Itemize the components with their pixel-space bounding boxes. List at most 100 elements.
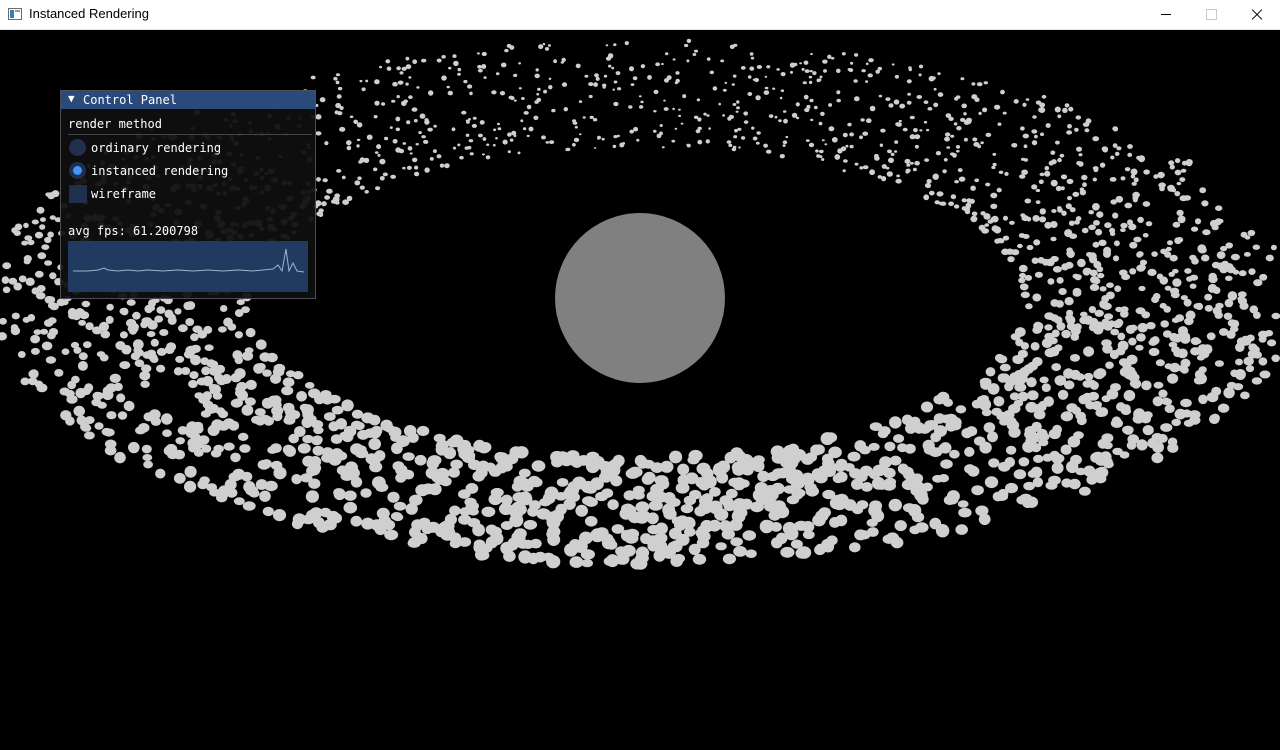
asteroid [427, 127, 433, 132]
asteroid [106, 411, 117, 420]
asteroid [1098, 239, 1107, 246]
asteroid [996, 355, 1008, 364]
asteroid [495, 137, 498, 140]
asteroid [141, 444, 152, 454]
asteroid [743, 120, 749, 124]
planet [555, 213, 725, 383]
asteroid [653, 129, 657, 133]
asteroid [868, 58, 874, 63]
asteroid [1083, 372, 1094, 381]
asteroid [1155, 359, 1165, 367]
asteroid [475, 548, 488, 561]
asteroid [893, 434, 905, 443]
asteroid [402, 166, 406, 170]
asteroid [595, 76, 600, 81]
asteroid [1163, 305, 1171, 313]
maximize-button[interactable] [1188, 0, 1234, 30]
asteroid [334, 193, 341, 198]
asteroid [747, 75, 752, 79]
asteroid [1031, 257, 1039, 264]
wireframe-label[interactable]: wireframe [91, 187, 156, 201]
asteroid [11, 312, 20, 320]
asteroid [1088, 210, 1094, 215]
asteroid [661, 63, 664, 65]
radio-instanced-rendering[interactable] [69, 162, 86, 179]
asteroid [382, 172, 388, 177]
asteroid [1057, 207, 1063, 213]
collapse-arrow-icon[interactable]: ▼ [68, 92, 75, 105]
asteroid [546, 515, 561, 530]
asteroid [1120, 310, 1129, 318]
asteroid [1136, 264, 1146, 272]
asteroid [674, 81, 679, 85]
asteroid [1075, 216, 1082, 222]
asteroid [418, 131, 422, 135]
asteroid [1189, 283, 1197, 289]
asteroid [949, 449, 960, 459]
asteroid [722, 553, 737, 565]
asteroid [491, 90, 497, 95]
asteroid [607, 499, 619, 510]
asteroid [822, 59, 828, 64]
asteroid [1013, 399, 1024, 407]
asteroid [206, 483, 218, 492]
asteroid [113, 382, 123, 392]
asteroid [1113, 240, 1120, 247]
asteroid [999, 418, 1010, 426]
asteroid [467, 84, 473, 89]
asteroid [509, 513, 524, 528]
asteroid [1152, 441, 1164, 454]
asteroid [792, 449, 806, 460]
asteroid [354, 445, 367, 454]
asteroid [1066, 130, 1073, 135]
asteroid [286, 370, 296, 378]
asteroid [238, 432, 249, 441]
asteroid [766, 65, 771, 69]
asteroid [854, 529, 867, 541]
asteroid [1148, 347, 1160, 357]
asteroid [1066, 250, 1074, 257]
asteroid [737, 479, 750, 488]
asteroid [970, 185, 976, 191]
asteroid [230, 452, 241, 463]
asteroid [1099, 162, 1106, 168]
asteroid [446, 85, 450, 89]
asteroid [928, 447, 943, 458]
fps-plot[interactable] [68, 241, 308, 292]
asteroid [1083, 267, 1092, 275]
asteroid [1201, 200, 1209, 207]
asteroid [1127, 434, 1139, 445]
radio-ordinary-rendering[interactable] [69, 139, 86, 156]
asteroid [1057, 389, 1069, 400]
asteroid [1127, 152, 1133, 157]
ordinary-rendering-label[interactable]: ordinary rendering [91, 141, 221, 155]
asteroid [741, 136, 746, 140]
minimize-button[interactable] [1143, 0, 1189, 30]
asteroid [1151, 251, 1158, 257]
asteroid [564, 543, 578, 557]
asteroid [1120, 222, 1128, 229]
asteroid [754, 482, 769, 494]
asteroid [669, 450, 683, 464]
asteroid [1174, 169, 1182, 176]
instanced-rendering-label[interactable]: instanced rendering [91, 164, 228, 178]
asteroid [436, 58, 442, 63]
asteroid [1084, 128, 1090, 133]
asteroid [1112, 255, 1120, 262]
asteroid [536, 92, 540, 96]
close-button[interactable] [1234, 0, 1280, 30]
asteroid [140, 380, 150, 388]
asteroid [851, 478, 864, 490]
panel-header[interactable]: ▼ Control Panel [61, 91, 315, 109]
wireframe-checkbox[interactable] [69, 185, 87, 203]
asteroid [743, 111, 749, 116]
asteroid [303, 407, 314, 416]
asteroid [363, 157, 370, 163]
asteroid [134, 349, 144, 357]
asteroid [433, 124, 437, 128]
asteroid [379, 65, 383, 69]
control-panel[interactable]: ▼ Control Panel render method ordinary r… [60, 90, 316, 299]
asteroid [867, 527, 879, 537]
asteroid [542, 42, 546, 46]
asteroid [281, 386, 294, 396]
